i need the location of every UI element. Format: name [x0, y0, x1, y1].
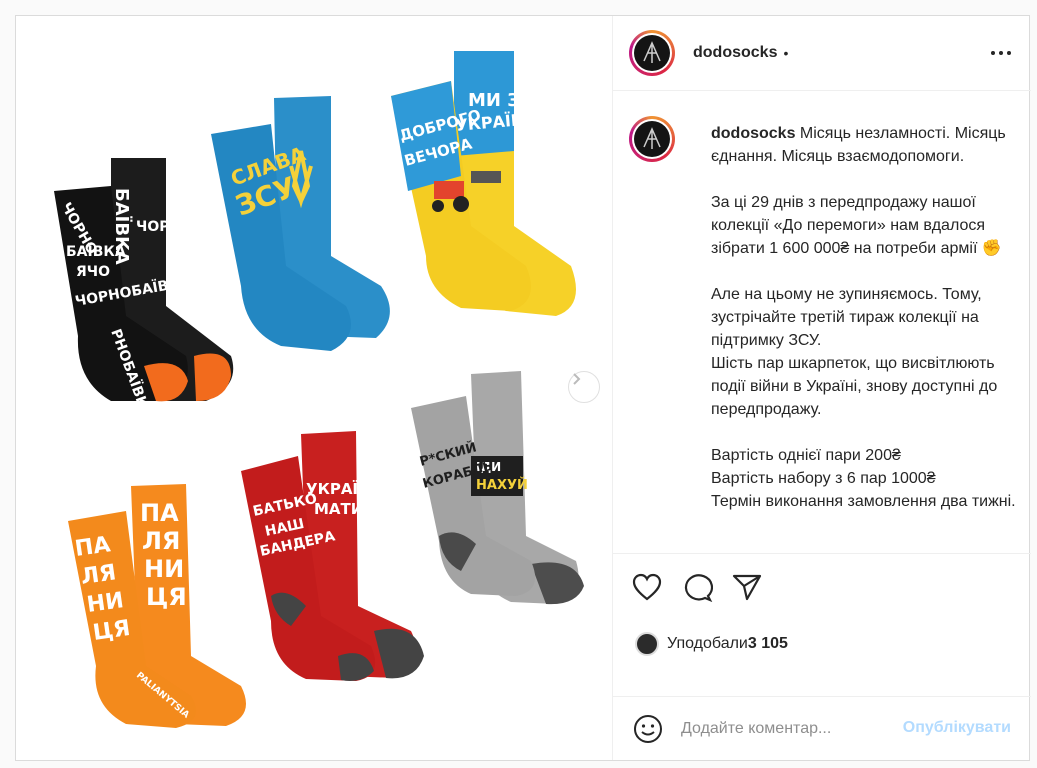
orange-socks: ПА ЛЯ НИ ЦЯ ПА ЛЯ НИ ЦЯ PALIANYTSIA	[68, 484, 246, 728]
post-header: dodosocks •	[613, 16, 1031, 91]
black-sock-text-3: БАЇВКА	[66, 243, 126, 260]
caption-avatar-image	[634, 121, 670, 157]
comment-button[interactable]	[681, 572, 713, 603]
dodo-logo-icon	[643, 41, 661, 63]
yellow-socks: МИ З УКРАЇНИ ДОБРОГО ВЕЧОРА	[391, 51, 576, 316]
liker-avatar[interactable]	[635, 632, 659, 656]
action-bar: Уподобали 3 105	[613, 553, 1031, 703]
orange-sock-text-3: НИ	[144, 555, 184, 583]
likes-row: Уподобали 3 105	[635, 632, 788, 656]
avatar[interactable]	[629, 30, 675, 76]
socks-photo: БАЇВКА ЧОРНО БАЇВКА ЧОРНО ЧОРНОБАЇВКА РН…	[54, 51, 584, 728]
comment-input[interactable]	[681, 719, 881, 738]
likes-count[interactable]: 3 105	[748, 635, 788, 653]
avatar-image	[634, 35, 670, 71]
caption-body: Місяць незламності. Місяць єднання. Міся…	[711, 125, 1016, 510]
next-image-button[interactable]	[568, 371, 600, 403]
orange-sock-text-8: ЦЯ	[91, 616, 131, 646]
black-socks: БАЇВКА ЧОРНО БАЇВКА ЧОРНО ЧОРНОБАЇВКА РН…	[54, 158, 234, 420]
orange-sock-text-2: ЛЯ	[142, 527, 180, 555]
instagram-post: БАЇВКА ЧОРНО БАЇВКА ЧОРНО ЧОРНОБАЇВКА РН…	[15, 15, 1031, 761]
grey-socks: ІДИ НАХУЙ Р*СКИЙ КОРАБЛЬ	[411, 371, 584, 605]
orange-sock-text-5: ПА	[73, 532, 112, 562]
orange-sock-text-1: ПА	[140, 499, 179, 527]
red-sock-text-2: МАТИ	[314, 500, 363, 518]
more-dot-icon	[999, 51, 1003, 55]
emoji-icon[interactable]	[633, 714, 663, 744]
caption-text: dodosocks Місяць незламності. Місяць єдн…	[711, 122, 1029, 513]
grey-sock-text-2: НАХУЙ	[476, 477, 528, 493]
more-options-button[interactable]	[991, 43, 1015, 63]
dodo-logo-icon	[643, 127, 661, 149]
red-socks: УКРАЇНА МАТИ БАТЬКО НАШ БАНДЕРА	[241, 431, 424, 681]
tank-icon	[471, 171, 501, 183]
blue-socks: СЛАВА ЗСУ	[211, 96, 390, 351]
like-button[interactable]	[631, 572, 663, 602]
post-image[interactable]: БАЇВКА ЧОРНО БАЇВКА ЧОРНО ЧОРНОБАЇВКА РН…	[16, 16, 613, 760]
more-dot-icon	[1007, 51, 1011, 55]
caption-avatar[interactable]	[629, 116, 675, 162]
publish-button[interactable]: Опублікувати	[903, 719, 1011, 737]
more-dot-icon	[991, 51, 995, 55]
heart-icon	[632, 573, 662, 601]
comment-bar: Опублікувати	[613, 696, 1031, 760]
chevron-right-icon	[573, 373, 581, 385]
orange-sock-text-7: НИ	[85, 588, 125, 618]
orange-sock-text-6: ЛЯ	[79, 560, 117, 590]
red-sock-text-1: УКРАЇНА	[306, 479, 383, 498]
black-sock-text-4: ЧОРНО	[136, 219, 193, 235]
post-username[interactable]: dodosocks	[693, 44, 777, 62]
comment-icon	[684, 574, 713, 603]
post-sidebar: dodosocks • dodosocks Місяць незламності…	[613, 16, 1031, 760]
caption-username[interactable]: dodosocks	[711, 125, 795, 142]
share-button[interactable]	[731, 572, 763, 602]
black-sock-text-7: ЯЧО	[76, 264, 110, 280]
paper-plane-icon	[732, 574, 762, 601]
separator-dot: •	[783, 45, 789, 61]
orange-sock-text-4: ЦЯ	[146, 583, 187, 611]
likes-label: Уподобали	[667, 635, 748, 652]
